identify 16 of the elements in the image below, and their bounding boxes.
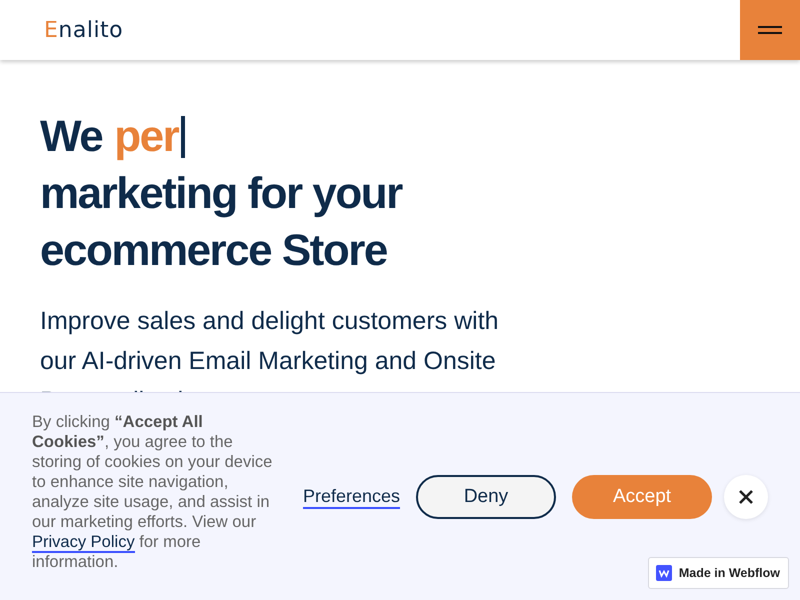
badge-text: Made in Webflow [678, 566, 780, 580]
menu-icon [758, 25, 782, 35]
deny-button[interactable]: Deny [416, 474, 556, 518]
close-icon [738, 488, 754, 504]
webflow-badge[interactable]: Made in Webflow [648, 557, 789, 589]
webflow-logo-icon [656, 565, 672, 581]
preferences-link[interactable]: Preferences [302, 484, 400, 508]
menu-button[interactable] [740, 0, 800, 60]
heading-text: marketing for your ecommerce Store [40, 168, 404, 277]
close-button[interactable] [724, 474, 768, 518]
cookie-text: By clicking “Accept All Cookies”, you agree to the storing of cookies on your device to enhance site navigation, analyze site usage, and assist in our marketing efforts. View our Privacy Policy for more information. [32, 412, 274, 572]
privacy-link[interactable]: Privacy Policy [32, 532, 135, 552]
logo[interactable]: Enalito [44, 18, 124, 42]
typed-text: per [114, 111, 178, 163]
text-cursor [181, 116, 186, 158]
heading-text: We [40, 111, 102, 163]
